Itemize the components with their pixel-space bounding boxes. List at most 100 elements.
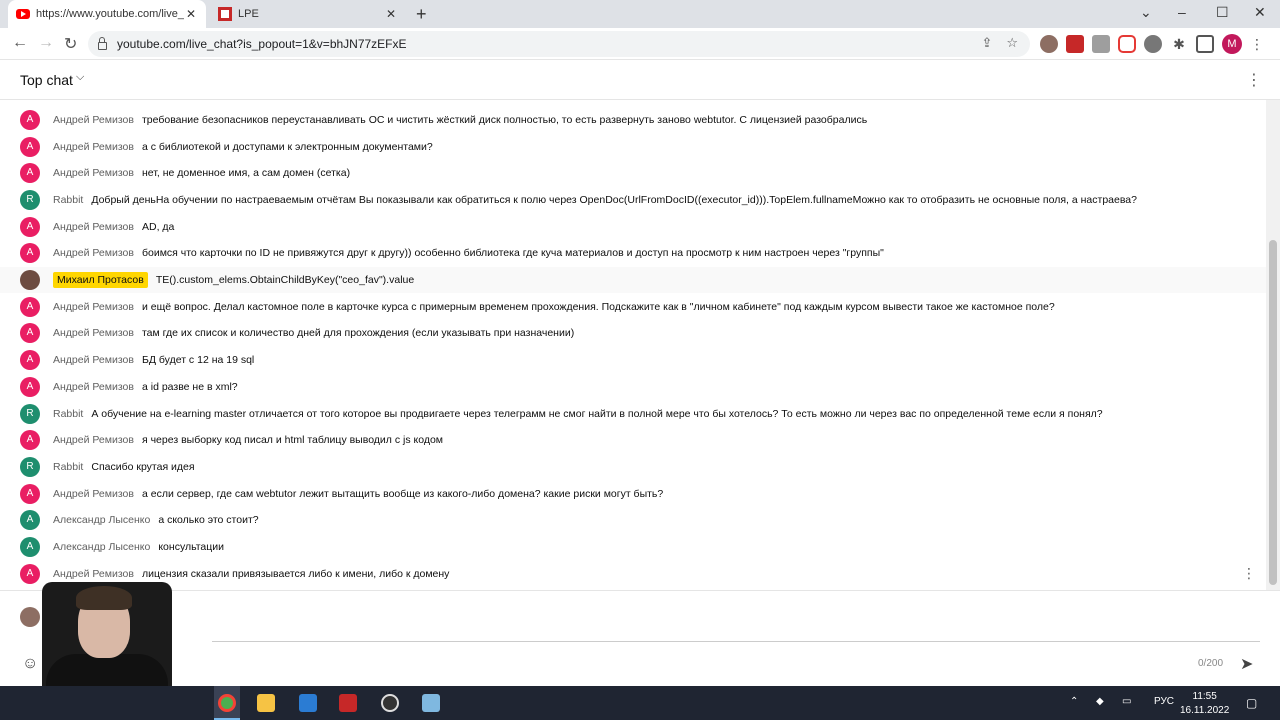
- author-name[interactable]: Александр Лысенко: [53, 514, 150, 526]
- author-avatar[interactable]: А: [20, 136, 40, 157]
- taskbar-clock[interactable]: 11:55 16.11.2022: [1180, 690, 1229, 718]
- author-name[interactable]: Михаил Протасов: [53, 272, 148, 289]
- maximize-button[interactable]: ☐: [1216, 4, 1229, 21]
- dropbox-icon[interactable]: ◆: [1096, 696, 1104, 707]
- chat-message[interactable]: А Андрей Ремизов я через выборку код писал…: [0, 427, 1266, 454]
- scrollbar-thumb[interactable]: [1269, 240, 1277, 585]
- author-avatar[interactable]: А: [20, 109, 40, 130]
- chat-message[interactable]: А Андрей Ремизов и ещё вопрос. Делал касто…: [0, 293, 1266, 320]
- extension-icon[interactable]: [1144, 35, 1162, 53]
- author-name[interactable]: Андрей Ремизов: [53, 381, 134, 393]
- top-chat-dropdown[interactable]: Top chat: [20, 72, 73, 88]
- author-avatar[interactable]: R: [20, 189, 40, 210]
- chat-message[interactable]: А Андрей Ремизов требование безопасников п…: [0, 107, 1266, 134]
- author-avatar[interactable]: А: [20, 483, 40, 504]
- chat-message[interactable]: А Андрей Ремизов а id разве не в xml?: [0, 374, 1266, 401]
- forward-arrow-icon[interactable]: →: [38, 34, 54, 52]
- pocket-icon[interactable]: [1118, 35, 1136, 53]
- author-avatar[interactable]: А: [20, 537, 40, 558]
- author-name[interactable]: Андрей Ремизов: [53, 114, 134, 126]
- author-avatar[interactable]: А: [20, 163, 40, 184]
- emoji-icon[interactable]: ☺: [22, 655, 38, 673]
- new-tab-button[interactable]: +: [416, 4, 427, 25]
- window-close-button[interactable]: ✕: [1254, 4, 1266, 21]
- chat-message[interactable]: R Rabbit Добрый деньНа обучении по настрае…: [0, 187, 1266, 214]
- minimize-button[interactable]: –: [1178, 4, 1186, 20]
- author-name[interactable]: Андрей Ремизов: [53, 568, 134, 580]
- author-avatar[interactable]: А: [20, 510, 40, 531]
- author-avatar[interactable]: А: [20, 430, 40, 451]
- chat-message[interactable]: А Андрей Ремизов лицензия сказали привязыв…: [0, 560, 1266, 587]
- tab-lpe[interactable]: LPE ✕: [210, 0, 406, 28]
- chat-message[interactable]: А Александр Лысенко а сколько это стоит?: [0, 507, 1266, 534]
- chat-message[interactable]: А Андрей Ремизов а если сервер, где сам we…: [0, 480, 1266, 507]
- author-avatar[interactable]: А: [20, 323, 40, 344]
- author-avatar[interactable]: А: [20, 376, 40, 397]
- chat-input-field[interactable]: [212, 641, 1260, 642]
- author-avatar[interactable]: А: [20, 243, 40, 264]
- file-explorer-icon[interactable]: [257, 694, 275, 712]
- bookmark-star-icon[interactable]: ☆: [1006, 35, 1018, 51]
- browser-menu-icon[interactable]: ⋮: [1250, 36, 1264, 53]
- address-bar[interactable]: youtube.com/live_chat?is_popout=1&v=bhJN…: [88, 31, 1030, 57]
- author-name[interactable]: Андрей Ремизов: [53, 327, 134, 339]
- profile-avatar[interactable]: M: [1222, 34, 1242, 54]
- author-name[interactable]: Андрей Ремизов: [53, 221, 134, 233]
- author-avatar[interactable]: R: [20, 403, 40, 424]
- send-icon[interactable]: ➤: [1240, 654, 1253, 674]
- author-avatar[interactable]: А: [20, 296, 40, 317]
- author-avatar[interactable]: А: [20, 563, 40, 584]
- author-avatar[interactable]: R: [20, 456, 40, 477]
- reload-icon[interactable]: ↻: [64, 34, 77, 54]
- chat-message[interactable]: А Андрей Ремизов AD, да: [0, 213, 1266, 240]
- author-name[interactable]: Rabbit: [53, 461, 83, 473]
- puzzle-icon[interactable]: ✱: [1170, 35, 1188, 53]
- author-name[interactable]: Rabbit: [53, 408, 83, 420]
- chat-message[interactable]: Михаил Протасов TE().custom_elems.ObtainC…: [0, 266, 1266, 294]
- tray-chevron-up-icon[interactable]: ⌃: [1070, 696, 1078, 707]
- tab-close-button[interactable]: ✕: [384, 7, 398, 21]
- extension-icon[interactable]: [1040, 35, 1058, 53]
- chat-message[interactable]: А Александр Лысенко консультации: [0, 534, 1266, 561]
- author-name[interactable]: Александр Лысенко: [53, 541, 150, 553]
- tab-search-chevron-icon[interactable]: ⌄: [1140, 4, 1152, 21]
- chat-message[interactable]: R Rabbit Спасибо крутая идея: [0, 454, 1266, 481]
- keyboard-icon[interactable]: ▭: [1122, 696, 1131, 707]
- chat-message[interactable]: А Андрей Ремизов а с библиотекой и доступа…: [0, 133, 1266, 160]
- author-name[interactable]: Rabbit: [53, 194, 83, 206]
- author-avatar[interactable]: А: [20, 216, 40, 237]
- app-icon[interactable]: [299, 694, 317, 712]
- obs-icon[interactable]: [381, 694, 399, 712]
- chat-message[interactable]: R Rabbit А обучение на e-learning master о…: [0, 400, 1266, 427]
- author-name[interactable]: Андрей Ремизов: [53, 488, 134, 500]
- side-panel-icon[interactable]: [1196, 35, 1214, 53]
- chat-scrollbar[interactable]: [1266, 100, 1280, 590]
- tab-youtube-chat[interactable]: https://www.youtube.com/live_ch ✕: [8, 0, 206, 28]
- author-name[interactable]: Андрей Ремизов: [53, 301, 134, 313]
- author-name[interactable]: Андрей Ремизов: [53, 434, 134, 446]
- author-name[interactable]: Андрей Ремизов: [53, 167, 134, 179]
- author-name[interactable]: Андрей Ремизов: [53, 354, 134, 366]
- message-menu-icon[interactable]: ⋮: [1242, 565, 1256, 582]
- author-name[interactable]: Андрей Ремизов: [53, 141, 134, 153]
- back-arrow-icon[interactable]: ←: [12, 34, 28, 52]
- author-avatar[interactable]: А: [20, 350, 40, 371]
- more-options-icon[interactable]: ⋮: [1246, 70, 1262, 90]
- lock-icon[interactable]: [98, 36, 107, 50]
- extension-icon[interactable]: [1066, 35, 1084, 53]
- notes-app-icon[interactable]: [422, 694, 440, 712]
- language-indicator[interactable]: РУС: [1154, 696, 1174, 707]
- lpe-app-icon[interactable]: [339, 694, 357, 712]
- share-icon[interactable]: ⇪: [981, 35, 992, 51]
- extension-icon[interactable]: [1092, 35, 1110, 53]
- notifications-icon[interactable]: ▢: [1246, 696, 1257, 710]
- author-name[interactable]: Андрей Ремизов: [53, 247, 134, 259]
- author-avatar[interactable]: [20, 270, 40, 291]
- tab-close-button[interactable]: ✕: [184, 7, 198, 21]
- chat-message[interactable]: А Андрей Ремизов БД будет с 12 на 19 sql: [0, 347, 1266, 374]
- chevron-down-icon[interactable]: ⌵: [76, 71, 84, 84]
- chat-message[interactable]: А Андрей Ремизов нет, не доменное имя, а с…: [0, 160, 1266, 187]
- chrome-icon[interactable]: [218, 694, 236, 712]
- chat-message[interactable]: А Андрей Ремизов боимся что карточки по ID…: [0, 240, 1266, 267]
- chat-message[interactable]: А Андрей Ремизов там где их список и колич…: [0, 320, 1266, 347]
